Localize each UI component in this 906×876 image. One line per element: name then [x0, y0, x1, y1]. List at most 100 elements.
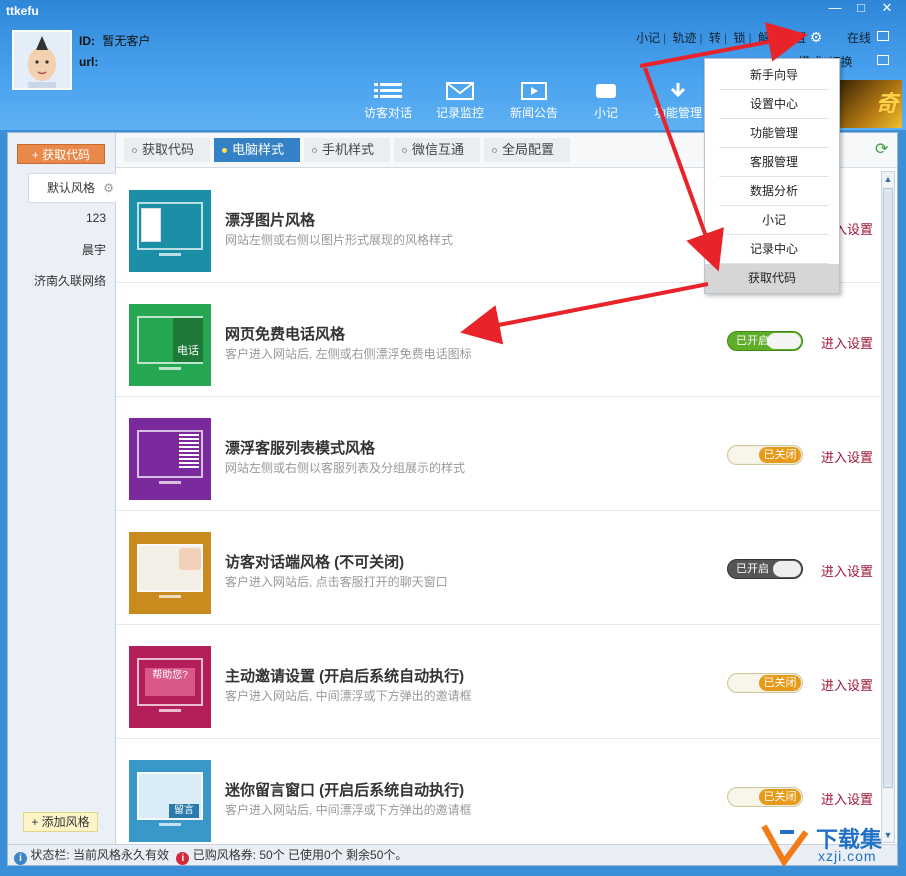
tab-mobile-style[interactable]: 手机样式 [304, 138, 390, 162]
tab-label: 获取代码 [142, 142, 195, 157]
status-text: 状态栏: 当前风格永久有效 [30, 848, 170, 862]
toggle-label: 已关闭 [759, 675, 801, 691]
link-transfer[interactable]: 转 [709, 31, 721, 45]
nav-function-manage[interactable]: 功能管理 [646, 82, 710, 121]
row-title: 网页免费电话风格 [225, 326, 346, 343]
toggle-label: 已关闭 [759, 789, 801, 805]
photo-icon [141, 208, 161, 242]
alert-icon: i [176, 852, 190, 865]
enable-toggle[interactable]: 已开启 [727, 331, 803, 351]
close-button[interactable]: ✕ [874, 0, 900, 18]
link-unlock[interactable]: 解 [758, 31, 770, 45]
camera-icon [596, 84, 616, 98]
mode-dropdown-icon[interactable] [877, 55, 889, 65]
nav-record-monitor[interactable]: 记录监控 [428, 82, 492, 121]
row-desc: 客户进入网站后, 点击客服打开的聊天窗口 [225, 575, 448, 589]
nav-label: 新闻公告 [509, 106, 558, 120]
tab-pc-style[interactable]: 电脑样式 [214, 138, 300, 162]
sidebar-item-default[interactable]: 默认风格 ⚙ [28, 173, 116, 203]
nav-label: 访客对话 [363, 106, 412, 120]
agent-photo-icon [179, 548, 201, 570]
coupon-text: 已购风格券: 50个 已使用0个 剩余50个。 [192, 848, 408, 862]
menu-item-settings-center[interactable]: 设置中心 [719, 90, 829, 119]
enable-toggle[interactable]: 已关闭 [727, 787, 803, 807]
scrollbar[interactable]: ▲ ▼ [881, 171, 895, 843]
link-lock[interactable]: 锁 [733, 31, 745, 45]
sidebar-item-123[interactable]: 123 [8, 211, 116, 225]
link-note[interactable]: 小记 [636, 31, 660, 45]
enter-settings-link[interactable]: 进入设置 [821, 675, 873, 694]
get-code-button[interactable]: + 获取代码 [17, 144, 105, 164]
minimize-button[interactable]: — [822, 0, 848, 18]
row-desc: 客户进入网站后, 中间漂浮或下方弹出的邀请框 [225, 689, 472, 703]
sidebar: + 获取代码 默认风格 ⚙ 123 晨宇 济南久联网络 + 添加风格 [8, 133, 116, 865]
download-icon [670, 83, 686, 98]
menu-item-data-analysis[interactable]: 数据分析 [719, 177, 829, 206]
list-item: 漂浮客服列表模式风格 网站左侧或右侧以客服列表及分组展示的样式 已关闭 进入设置 [116, 397, 880, 511]
row-desc: 网站左侧或右侧以图片形式展现的风格样式 [225, 233, 454, 247]
menu-item-get-code[interactable]: 获取代码 [705, 264, 839, 293]
add-style-button[interactable]: + 添加风格 [23, 812, 98, 832]
message-badge-icon: 留言 [169, 804, 199, 818]
phone-badge: 电话 [177, 345, 199, 357]
brand-logo: 奇 [840, 80, 902, 128]
tab-wechat[interactable]: 微信互通 [394, 138, 480, 162]
scroll-up-arrow-icon[interactable]: ▲ [882, 172, 894, 186]
scroll-thumb[interactable] [883, 188, 893, 788]
gear-icon[interactable]: ⚙ [810, 29, 823, 45]
tab-label: 手机样式 [322, 142, 375, 157]
tab-label: 全局配置 [502, 142, 555, 157]
info-icon: i [14, 852, 27, 865]
settings-dropdown-menu: 新手向导 设置中心 功能管理 客服管理 数据分析 小记 记录中心 获取代码 [704, 58, 840, 294]
invite-badge: 帮助您? [152, 670, 188, 681]
enter-settings-link[interactable]: 进入设置 [821, 789, 873, 808]
mail-icon [446, 82, 474, 100]
tab-global-config[interactable]: 全局配置 [484, 138, 570, 162]
row-desc: 网站左侧或右侧以客服列表及分组展示的样式 [225, 461, 466, 475]
nav-visitor-chat[interactable]: 访客对话 [356, 82, 420, 121]
watermark: 下载集 xzji.com [756, 820, 896, 868]
status-online[interactable]: 在线 [847, 29, 871, 46]
toggle-label: 已开启 [736, 563, 769, 575]
gear-icon[interactable]: ⚙ [103, 174, 114, 202]
row-title: 访客对话端风格 (不可关闭) [225, 554, 405, 571]
enter-settings-link[interactable]: 进入设置 [821, 333, 873, 352]
menu-item-note[interactable]: 小记 [719, 206, 829, 235]
enable-toggle[interactable]: 已关闭 [727, 445, 803, 465]
row-desc: 客户进入网站后, 中间漂浮或下方弹出的邀请框 [225, 803, 472, 817]
row-title: 迷你留言窗口 (开启后系统自动执行) [225, 782, 465, 799]
toggle-label: 已关闭 [759, 447, 801, 463]
link-settings[interactable]: 设置 [782, 31, 806, 45]
menu-item-record-center[interactable]: 记录中心 [719, 235, 829, 264]
menu-item-function-manage[interactable]: 功能管理 [719, 119, 829, 148]
link-track[interactable]: 轨迹 [672, 31, 696, 45]
row-title: 漂浮图片风格 [225, 212, 316, 229]
enable-toggle[interactable]: 已关闭 [727, 673, 803, 693]
status-dropdown-icon[interactable] [877, 31, 889, 41]
tab-label: 电脑样式 [232, 142, 285, 157]
invite-box-icon: 帮助您? [145, 668, 195, 696]
list-lines-icon [179, 434, 199, 470]
style-thumbnail: 留言 [129, 760, 211, 842]
nav-news[interactable]: 新闻公告 [502, 82, 566, 121]
maximize-button[interactable]: □ [848, 0, 874, 18]
avatar [12, 30, 72, 90]
menu-item-agent-manage[interactable]: 客服管理 [719, 148, 829, 177]
visitor-url: url: [79, 55, 98, 69]
tab-get-code[interactable]: 获取代码 [124, 138, 210, 162]
enable-toggle[interactable]: 已开启 [727, 559, 803, 579]
menu-item-guide[interactable]: 新手向导 [719, 61, 829, 90]
style-thumbnail [129, 532, 211, 614]
enter-settings-link[interactable]: 进入设置 [821, 561, 873, 580]
style-thumbnail: 帮助您? [129, 646, 211, 728]
video-icon [521, 82, 547, 100]
sidebar-item-chenyu[interactable]: 晨宇 [8, 241, 116, 258]
refresh-icon[interactable]: ⟳ [875, 142, 891, 158]
app-title: ttkefu [6, 4, 39, 18]
sidebar-item-jinan[interactable]: 济南久联网络 [8, 272, 116, 289]
list-item: 电话 网页免费电话风格 客户进入网站后, 左侧或右侧漂浮免费电话图标 已开启 进… [116, 283, 880, 397]
phone-icon: 电话 [173, 318, 203, 362]
enter-settings-link[interactable]: 进入设置 [821, 447, 873, 466]
tab-label: 微信互通 [412, 142, 465, 157]
nav-note[interactable]: 小记 [574, 82, 638, 121]
